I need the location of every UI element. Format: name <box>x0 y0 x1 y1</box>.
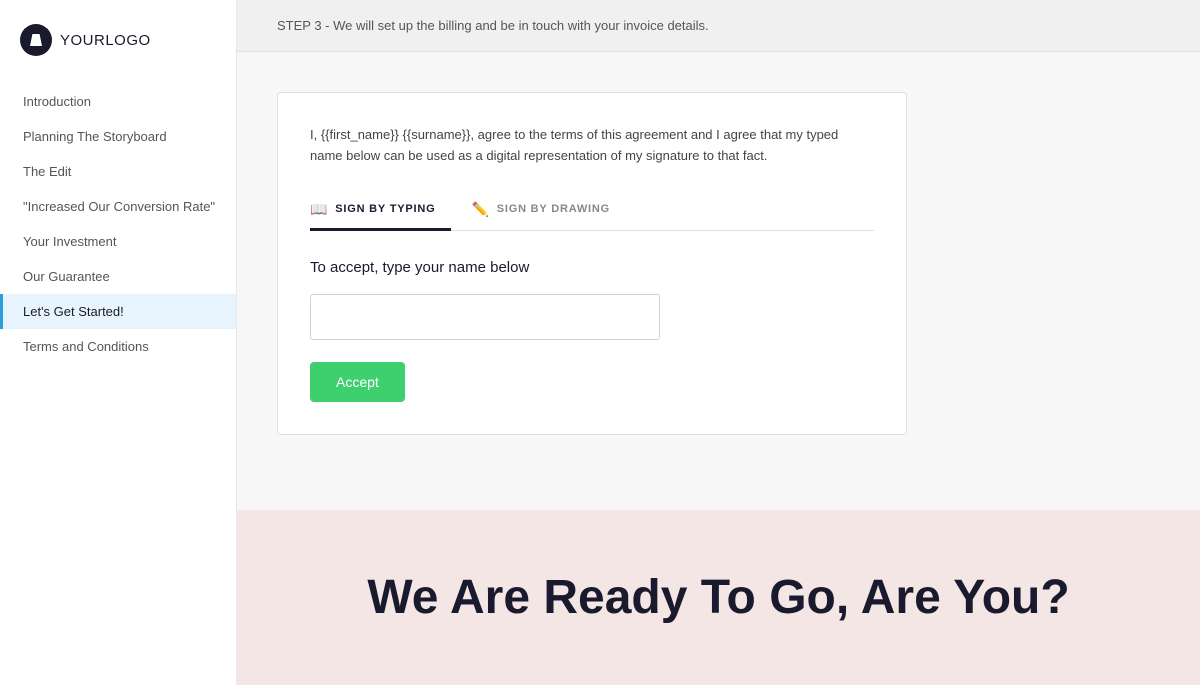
sidebar-item-planning-storyboard[interactable]: Planning The Storyboard <box>0 119 236 154</box>
sidebar-item-introduction[interactable]: Introduction <box>0 84 236 119</box>
book-icon: 📖 <box>310 201 328 218</box>
main-content: STEP 3 - We will set up the billing and … <box>237 0 1200 685</box>
cta-section: We Are Ready To Go, Are You? <box>237 510 1200 685</box>
top-banner: STEP 3 - We will set up the billing and … <box>237 0 1200 52</box>
type-prompt-label: To accept, type your name below <box>310 259 874 276</box>
top-banner-text: STEP 3 - We will set up the billing and … <box>277 18 1160 33</box>
sidebar: YOURLOGO Introduction Planning The Story… <box>0 0 237 685</box>
tab-sign-by-drawing[interactable]: ✏️ SIGN BY DRAWING <box>471 191 626 231</box>
agreement-text: I, {{first_name}} {{surname}}, agree to … <box>310 125 874 167</box>
logo: YOURLOGO <box>0 0 236 84</box>
sidebar-item-our-guarantee[interactable]: Our Guarantee <box>0 259 236 294</box>
signature-card: I, {{first_name}} {{surname}}, agree to … <box>277 92 907 435</box>
tab-sign-by-typing-label: SIGN BY TYPING <box>335 203 435 215</box>
logo-icon <box>20 24 52 56</box>
sidebar-item-increased-conversion[interactable]: "Increased Our Conversion Rate" <box>0 189 236 224</box>
sidebar-nav: Introduction Planning The Storyboard The… <box>0 84 236 364</box>
logo-icon-shape <box>30 34 42 46</box>
logo-light: LOGO <box>105 32 150 49</box>
cta-heading: We Are Ready To Go, Are You? <box>367 570 1069 625</box>
signature-section: I, {{first_name}} {{surname}}, agree to … <box>237 52 1200 510</box>
pen-icon: ✏️ <box>471 201 489 218</box>
name-input[interactable] <box>310 294 660 340</box>
sidebar-item-terms-conditions[interactable]: Terms and Conditions <box>0 329 236 364</box>
tab-sign-by-drawing-label: SIGN BY DRAWING <box>497 203 610 215</box>
logo-text: YOURLOGO <box>60 32 151 49</box>
sidebar-item-lets-get-started[interactable]: Let's Get Started! <box>0 294 236 329</box>
sidebar-item-the-edit[interactable]: The Edit <box>0 154 236 189</box>
sign-tabs: 📖 SIGN BY TYPING ✏️ SIGN BY DRAWING <box>310 191 874 231</box>
sidebar-item-your-investment[interactable]: Your Investment <box>0 224 236 259</box>
logo-bold: YOUR <box>60 32 105 49</box>
accept-button[interactable]: Accept <box>310 362 405 402</box>
tab-sign-by-typing[interactable]: 📖 SIGN BY TYPING <box>310 191 451 231</box>
